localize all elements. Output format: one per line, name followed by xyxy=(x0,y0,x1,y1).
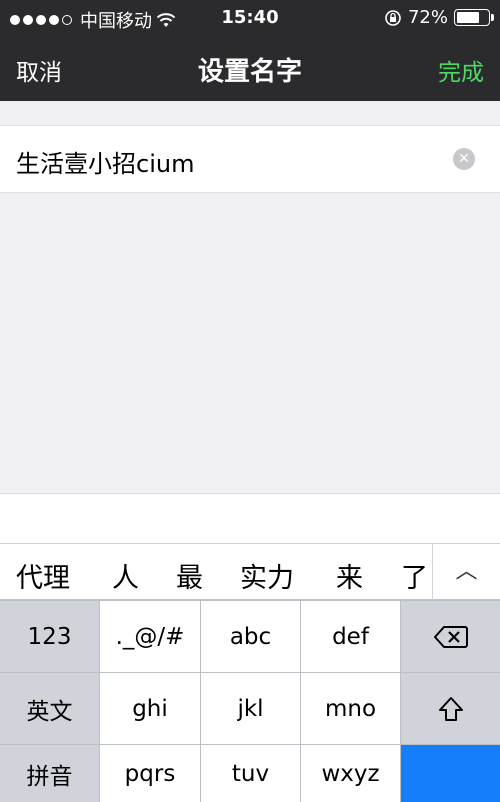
key-def[interactable]: def xyxy=(301,601,400,672)
key-jkl[interactable]: jkl xyxy=(201,673,300,744)
status-bar: 中国移动 15:40 72% xyxy=(0,0,500,36)
battery-icon xyxy=(454,9,494,26)
candidate-item[interactable]: 最 xyxy=(176,556,203,595)
shift-key[interactable] xyxy=(401,673,500,744)
chevron-up-icon[interactable]: ︿ xyxy=(432,544,500,600)
name-input[interactable]: 生活壹小招cium xyxy=(16,144,194,179)
symbols-key[interactable]: ._@/# xyxy=(100,601,200,672)
key-pqrs[interactable]: pqrs xyxy=(100,745,200,802)
candidate-item[interactable]: 人 xyxy=(112,556,139,595)
shift-icon xyxy=(438,696,463,721)
keyboard-top-spacer xyxy=(0,493,500,543)
done-button[interactable]: 完成 xyxy=(438,53,484,87)
numbers-key[interactable]: 123 xyxy=(0,601,99,672)
battery-percent: 72% xyxy=(407,7,448,28)
clear-icon[interactable]: ✕ xyxy=(453,148,475,170)
keyboard: 123 ._@/# abc def 英文 ghi jkl mno 拼音 pqrs… xyxy=(0,600,500,802)
navigation-bar: 取消 设置名字 完成 xyxy=(0,36,500,101)
rotation-lock-icon xyxy=(385,9,401,26)
pinyin-switch-key[interactable]: 拼音 xyxy=(0,745,99,802)
key-mno[interactable]: mno xyxy=(301,673,400,744)
candidate-bar: 代理 人 最 实力 来 了 ︿ xyxy=(0,543,500,600)
candidate-item[interactable]: 来 xyxy=(336,556,363,595)
name-input-row[interactable]: 生活壹小招cium ✕ xyxy=(0,125,500,193)
top-bar: 中国移动 15:40 72% 取消 设置名字 完成 xyxy=(0,0,500,101)
candidate-item[interactable]: 了 xyxy=(401,556,428,595)
backspace-key[interactable] xyxy=(401,601,500,672)
done-key[interactable] xyxy=(401,745,500,802)
english-switch-key[interactable]: 英文 xyxy=(0,673,99,744)
key-wxyz[interactable]: wxyz xyxy=(301,745,400,802)
key-tuv[interactable]: tuv xyxy=(201,745,300,802)
key-abc[interactable]: abc xyxy=(201,601,300,672)
candidate-item[interactable]: 代理 xyxy=(16,556,70,595)
status-right: 72% xyxy=(384,7,494,28)
page-title: 设置名字 xyxy=(197,57,302,87)
key-ghi[interactable]: ghi xyxy=(100,673,200,744)
backspace-icon xyxy=(433,625,468,648)
candidate-item[interactable]: 实力 xyxy=(240,556,294,595)
